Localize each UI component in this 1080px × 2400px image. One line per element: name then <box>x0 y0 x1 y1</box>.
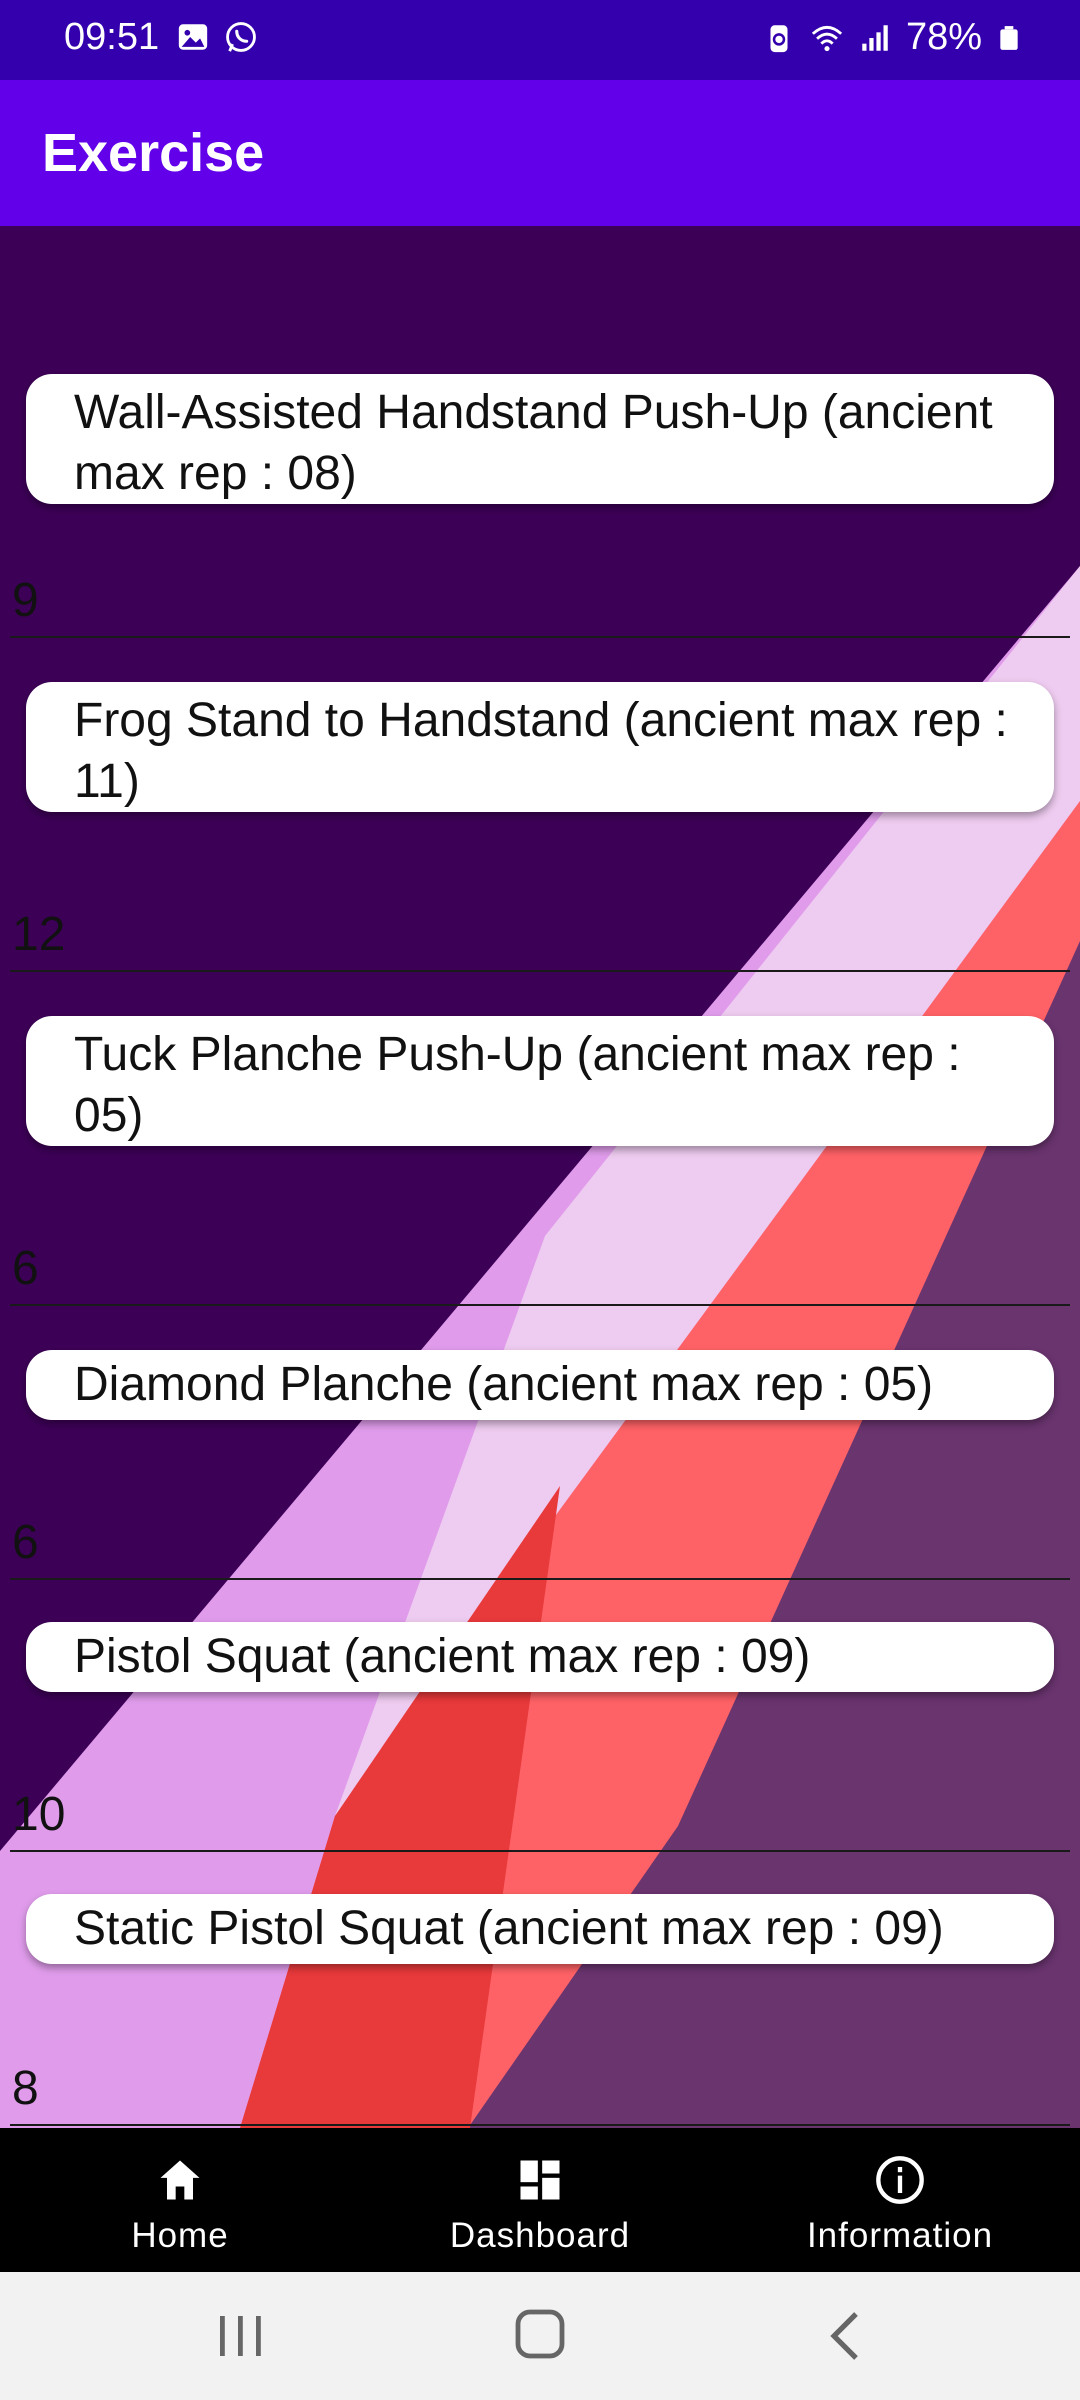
wifi-icon <box>811 25 843 51</box>
battery-percent: 78% <box>905 16 982 58</box>
exercise-title: Pistol Squat (ancient max rep : 09) <box>74 1630 811 1683</box>
reps-input[interactable]: 9 <box>10 566 1070 638</box>
exercise-card[interactable]: Frog Stand to Handstand (ancient max rep… <box>26 682 1054 812</box>
system-navigation-bar <box>0 2272 1080 2400</box>
signal-icon <box>862 24 888 51</box>
whatsapp-icon <box>226 22 256 52</box>
reps-input[interactable]: 8 <box>10 2054 1070 2126</box>
nav-information-label: Information <box>806 2216 994 2255</box>
reps-value: 10 <box>12 1788 66 1841</box>
info-icon <box>876 2156 924 2204</box>
recent-apps-icon[interactable] <box>210 2308 270 2364</box>
reps-value: 6 <box>12 1516 39 1569</box>
gallery-icon <box>178 24 208 50</box>
nav-home[interactable]: Home <box>0 2128 360 2272</box>
exercise-title: Tuck Planche Push-Up (ancient max rep : … <box>74 1028 961 1142</box>
reps-value: 9 <box>12 574 39 627</box>
exercise-card[interactable]: Diamond Planche (ancient max rep : 05) <box>26 1350 1054 1420</box>
app-bar: Exercise <box>0 80 1080 226</box>
reps-value: 6 <box>12 1242 39 1295</box>
reps-value: 8 <box>12 2062 39 2115</box>
dashboard-icon <box>520 2160 560 2200</box>
nav-home-label: Home <box>131 2216 229 2255</box>
reps-input[interactable]: 6 <box>10 1508 1070 1580</box>
exercise-title: Diamond Planche (ancient max rep : 05) <box>74 1358 934 1411</box>
exercise-list[interactable]: Wall-Assisted Handstand Push-Up (ancient… <box>0 226 1080 2128</box>
home-icon <box>160 2160 200 2200</box>
exercise-title: Static Pistol Squat (ancient max rep : 0… <box>74 1902 944 1955</box>
nav-dashboard[interactable]: Dashboard <box>360 2128 720 2272</box>
exercise-card[interactable]: Pistol Squat (ancient max rep : 09) <box>26 1622 1054 1692</box>
exercise-card[interactable]: Static Pistol Squat (ancient max rep : 0… <box>26 1894 1054 1964</box>
exercise-title: Frog Stand to Handstand (ancient max rep… <box>74 694 1008 808</box>
nav-dashboard-label: Dashboard <box>449 2216 631 2255</box>
nav-information[interactable]: Information <box>720 2128 1080 2272</box>
reps-input[interactable]: 12 <box>10 900 1070 972</box>
bottom-navigation: Home Dashboard Information <box>0 2128 1080 2272</box>
reps-input[interactable]: 10 <box>10 1780 1070 1852</box>
battery-icon <box>1000 25 1018 50</box>
exercise-card[interactable]: Wall-Assisted Handstand Push-Up (ancient… <box>26 374 1054 504</box>
reps-input[interactable]: 6 <box>10 1234 1070 1306</box>
home-button-icon[interactable] <box>510 2308 570 2364</box>
exercise-title: Wall-Assisted Handstand Push-Up (ancient… <box>74 386 993 500</box>
back-icon[interactable] <box>816 2308 876 2364</box>
status-time: 09:51 <box>64 16 160 58</box>
status-bar: 09:51 78% <box>0 0 1080 80</box>
data-saver-icon <box>770 24 788 52</box>
page-title: Exercise <box>42 123 265 183</box>
exercise-card[interactable]: Tuck Planche Push-Up (ancient max rep : … <box>26 1016 1054 1146</box>
reps-value: 12 <box>12 908 66 961</box>
